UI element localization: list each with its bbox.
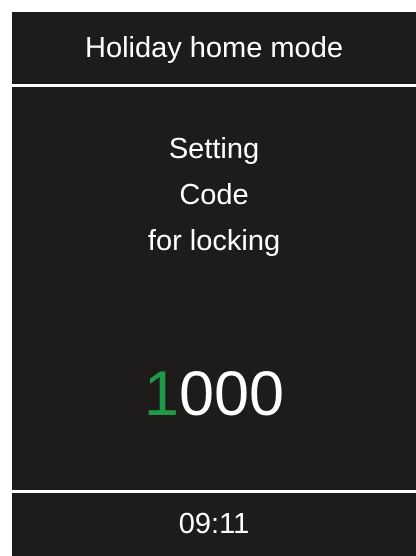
code-digit-2[interactable]: 0 (179, 359, 214, 429)
message-line-3: for locking (147, 225, 281, 257)
clock-time: 09:11 (178, 508, 250, 540)
top-divider (12, 84, 416, 87)
code-digit-3[interactable]: 0 (214, 359, 249, 429)
code-digit-1[interactable]: 1 (144, 359, 179, 429)
device-screen: Holiday home mode Setting Code for locki… (12, 12, 416, 556)
code-digit-4[interactable]: 0 (249, 359, 284, 429)
code-display: 1000 (12, 358, 416, 430)
message-line-2: Code (179, 179, 249, 211)
message-line-1: Setting (168, 133, 260, 165)
screen-title: Holiday home mode (85, 32, 343, 64)
